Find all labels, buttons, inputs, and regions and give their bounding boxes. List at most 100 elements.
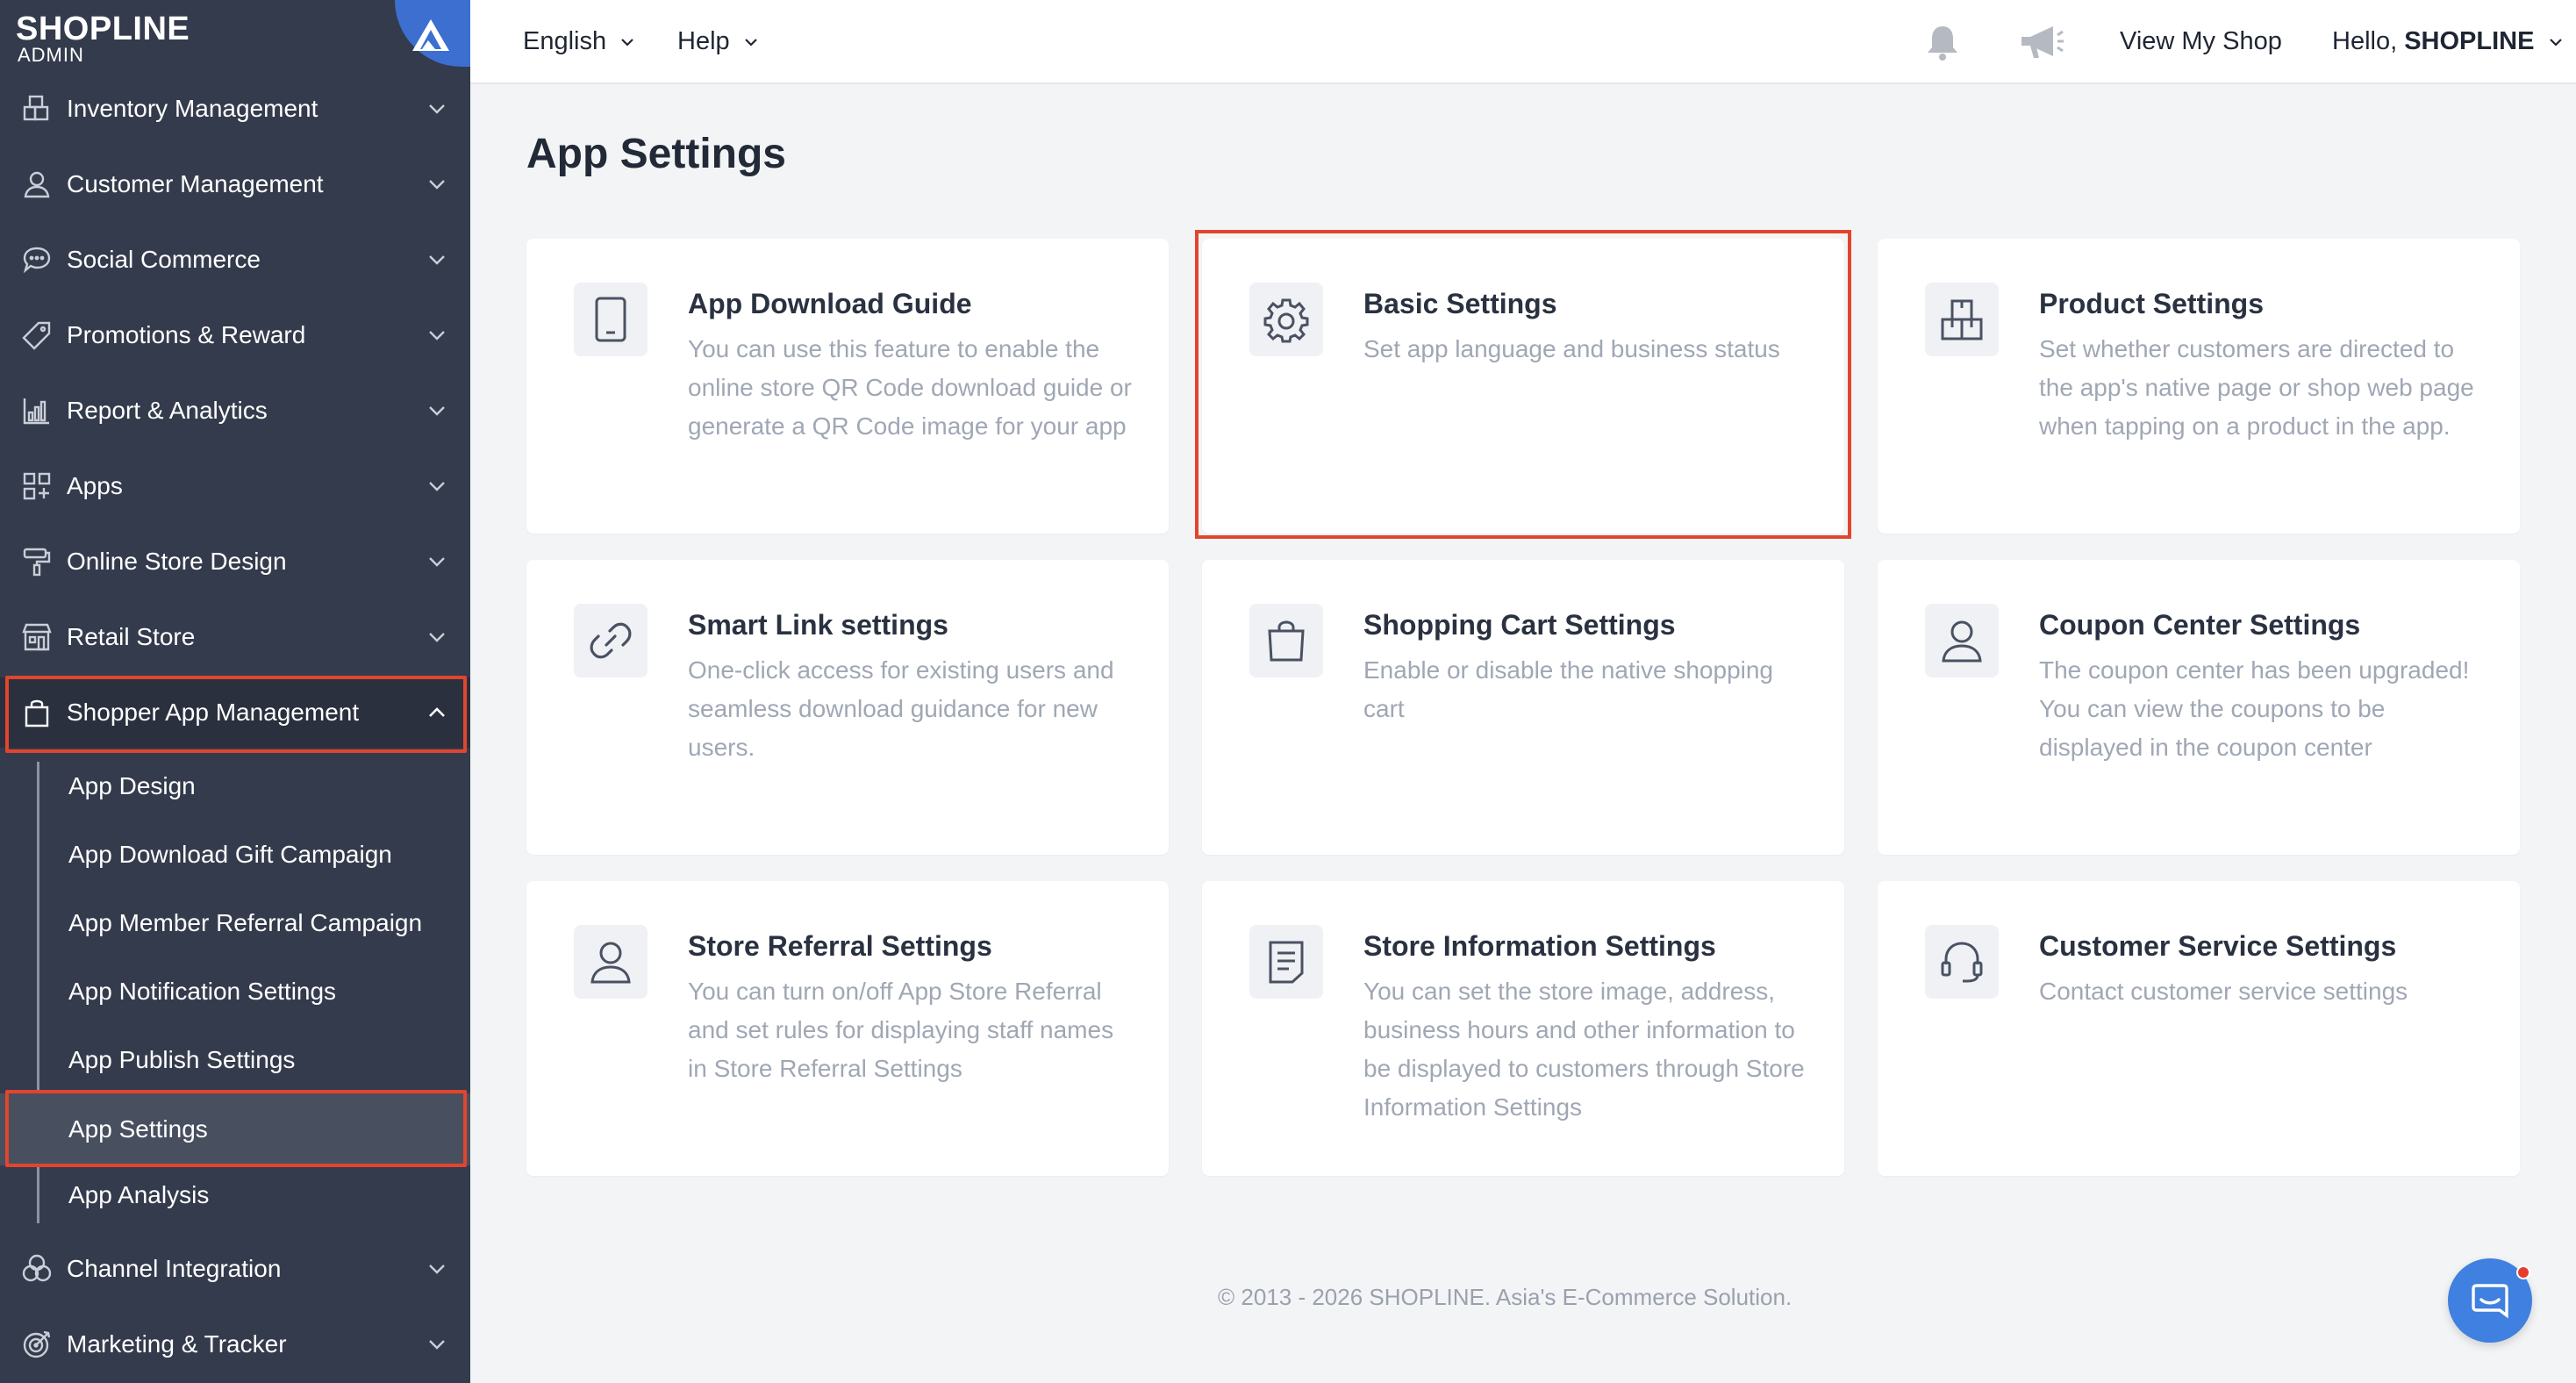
sidebar-item-label: Channel Integration (67, 1255, 282, 1282)
card-basic-settings[interactable]: Basic Settings Set app language and busi… (1202, 239, 1844, 534)
chevron-down-icon (2549, 39, 2562, 47)
headset-icon (1941, 942, 1983, 983)
brand-logo: SHOPLINE (16, 11, 190, 47)
card-description: Enable or disable the native shopping ca… (1363, 656, 1774, 722)
card-title: Coupon Center Settings (2039, 609, 2361, 641)
paint-roller-icon (23, 548, 51, 577)
tablet-icon (595, 297, 626, 342)
page-title: App Settings (526, 131, 786, 177)
subnav-item-label: App Settings (68, 1115, 208, 1143)
card-icon-box (574, 283, 648, 356)
chevron-down-icon (429, 180, 445, 190)
subnav-item-label: App Download Gift Campaign (68, 841, 392, 868)
card-description: The coupon center has been upgraded! You… (2039, 656, 2470, 761)
chevron-down-icon (429, 331, 445, 340)
card-icon-box (1925, 283, 1999, 356)
card-title: Product Settings (2039, 288, 2265, 319)
inventory-icon (23, 95, 49, 121)
language-label: English (523, 27, 607, 55)
chevron-up-icon (429, 707, 445, 717)
subnav-item-label: App Analysis (68, 1181, 210, 1208)
view-my-shop-link[interactable]: View My Shop (2120, 0, 2282, 82)
chevron-down-icon (429, 482, 445, 491)
sidebar-item-apps[interactable]: Apps (0, 451, 470, 521)
bell-icon[interactable] (1921, 21, 1964, 63)
card-icon-box (1249, 604, 1323, 677)
subnav-item-app-download-gift-campaign[interactable]: App Download Gift Campaign (0, 821, 470, 888)
sidebar-item-label: Apps (67, 472, 123, 499)
document-icon (1269, 941, 1304, 984)
subnav-item-app-settings[interactable]: App Settings (0, 1093, 470, 1165)
card-title: Customer Service Settings (2039, 930, 2397, 962)
sidebar-item-label: Online Store Design (67, 548, 287, 575)
card-icon-box (574, 925, 648, 999)
card-description: You can set the store image, address, bu… (1363, 978, 1805, 1121)
notification-dot (2516, 1265, 2530, 1279)
user-icon (590, 942, 631, 984)
card-product-settings[interactable]: Product Settings Set whether customers a… (1878, 239, 2520, 534)
card-app-download-guide[interactable]: App Download Guide You can use this feat… (526, 239, 1169, 534)
subnav-item-app-design[interactable]: App Design (0, 753, 470, 820)
sidebar-item-marketing-tracker[interactable]: Marketing & Tracker (0, 1309, 470, 1379)
sidebar-item-customer[interactable]: Customer Management (0, 149, 470, 219)
card-customer-service-settings[interactable]: Customer Service Settings Contact custom… (1878, 881, 2520, 1176)
subnav-item-label: App Design (68, 772, 196, 799)
subnav-item-app-notification-settings[interactable]: App Notification Settings (0, 958, 470, 1025)
sidebar-item-label: Marketing & Tracker (67, 1330, 287, 1358)
user-icon (1942, 620, 1982, 663)
card-title: App Download Guide (688, 288, 972, 319)
card-description: Set whether customers are directed to th… (2039, 335, 2474, 440)
card-icon-box (1249, 925, 1323, 999)
user-name: SHOPLINE (2404, 27, 2535, 55)
sidebar-item-channel-integration[interactable]: Channel Integration (0, 1234, 470, 1304)
card-store-information-settings[interactable]: Store Information Settings You can set t… (1202, 881, 1844, 1176)
sidebar-item-retail-store[interactable]: Retail Store (0, 602, 470, 672)
card-title: Shopping Cart Settings (1363, 609, 1676, 641)
card-title: Store Information Settings (1363, 930, 1716, 962)
sidebar-item-shopper-app-management[interactable]: Shopper App Management (0, 677, 470, 748)
shopping-bag-icon (1268, 620, 1305, 662)
tag-icon (22, 321, 51, 350)
brand-subtitle: ADMIN (18, 44, 84, 66)
card-icon-box (574, 604, 648, 677)
card-description: You can turn on/off App Store Referral a… (688, 978, 1114, 1082)
subnav-item-app-member-referral-campaign[interactable]: App Member Referral Campaign (0, 890, 470, 957)
brand-corner[interactable] (395, 0, 470, 67)
help-label: Help (677, 27, 730, 55)
target-icon (23, 1330, 51, 1358)
subnav-item-app-analysis[interactable]: App Analysis (0, 1162, 470, 1229)
card-icon-box (1925, 604, 1999, 677)
link-icon (590, 622, 632, 659)
sidebar-item-label: Customer Management (67, 170, 324, 197)
greeting-text: Hello, (2332, 27, 2398, 55)
sidebar-item-online-store-design[interactable]: Online Store Design (0, 527, 470, 597)
shopping-bag-icon (25, 699, 49, 727)
bar-chart-icon (23, 398, 49, 425)
sidebar: SHOPLINE ADMIN Inventory Management Cust… (0, 0, 470, 1383)
sidebar-item-report[interactable]: Report & Analytics (0, 376, 470, 446)
subnav-item-label: App Publish Settings (68, 1046, 296, 1073)
sidebar-item-promotions[interactable]: Promotions & Reward (0, 300, 470, 370)
apps-grid-icon (23, 472, 51, 500)
card-smart-link-settings[interactable]: Smart Link settings One-click access for… (526, 560, 1169, 855)
brand[interactable]: SHOPLINE ADMIN (0, 0, 470, 70)
megaphone-icon[interactable] (2018, 21, 2065, 63)
card-shopping-cart-settings[interactable]: Shopping Cart Settings Enable or disable… (1202, 560, 1844, 855)
help-dropdown[interactable]: Help (677, 0, 758, 82)
user-menu[interactable]: Hello, SHOPLINE (2332, 0, 2563, 82)
subnav-item-app-publish-settings[interactable]: App Publish Settings (0, 1027, 470, 1093)
card-store-referral-settings[interactable]: Store Referral Settings You can turn on/… (526, 881, 1169, 1176)
card-description: Set app language and business status (1363, 335, 1780, 362)
chevron-down-icon (429, 255, 445, 265)
sidebar-item-social-commerce[interactable]: Social Commerce (0, 225, 470, 295)
card-coupon-center-settings[interactable]: Coupon Center Settings The coupon center… (1878, 560, 2520, 855)
sidebar-item-inventory[interactable]: Inventory Management (0, 74, 470, 144)
chevron-down-icon (744, 39, 757, 47)
chat-bubble-icon (23, 247, 51, 274)
language-dropdown[interactable]: English (523, 0, 634, 82)
chevron-down-icon (429, 104, 445, 114)
card-title: Store Referral Settings (688, 930, 992, 962)
chevron-down-icon (429, 406, 445, 416)
chat-icon (2472, 1284, 2508, 1319)
card-description: You can use this feature to enable the o… (688, 335, 1132, 440)
